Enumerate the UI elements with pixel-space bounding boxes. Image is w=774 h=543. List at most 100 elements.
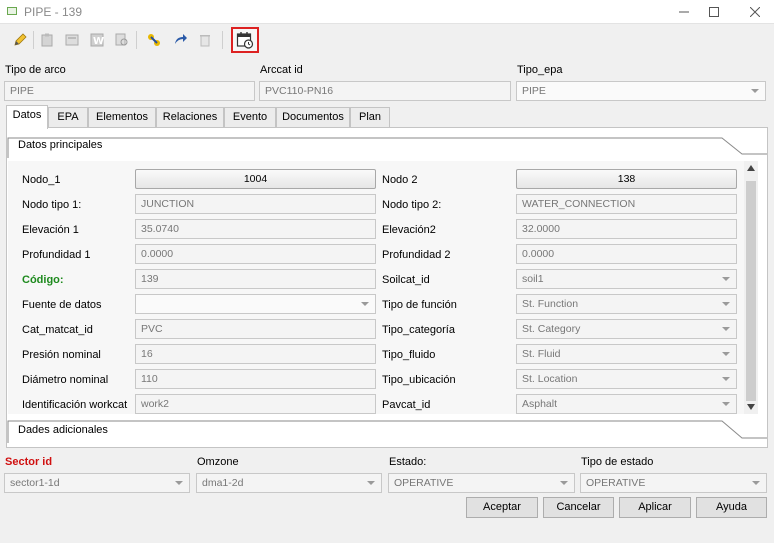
tipo-funcion-combo[interactable]: St. Function bbox=[516, 294, 737, 314]
trash-icon bbox=[200, 35, 210, 47]
chevron-down-icon bbox=[361, 302, 369, 306]
chevron-down-icon bbox=[752, 481, 760, 485]
pavcat-value: Asphalt bbox=[522, 398, 558, 410]
zoom-document-icon bbox=[115, 33, 128, 46]
arccat-id-label: Arccat id bbox=[260, 64, 303, 76]
vertical-scrollbar[interactable] bbox=[744, 161, 758, 414]
chevron-down-icon bbox=[175, 481, 183, 485]
edit-button[interactable] bbox=[9, 29, 31, 51]
catalog-button[interactable] bbox=[61, 29, 83, 51]
copy-button[interactable] bbox=[36, 29, 58, 51]
omzone-label: Omzone bbox=[197, 456, 239, 468]
nodo1-label: Nodo_1 bbox=[22, 174, 61, 186]
elevacion1-label: Elevación 1 bbox=[22, 224, 79, 236]
redo-button[interactable] bbox=[169, 29, 191, 51]
sector-id-combo[interactable]: sector1-1d bbox=[4, 473, 190, 493]
tipo-arco-label: Tipo de arco bbox=[5, 64, 66, 76]
delete-button[interactable] bbox=[194, 29, 216, 51]
document-w-icon: W bbox=[90, 33, 104, 47]
diametro-field[interactable]: 110 bbox=[135, 369, 376, 389]
nodo1-button[interactable]: 1004 bbox=[135, 169, 376, 189]
clipboard-icon bbox=[41, 33, 53, 47]
soilcat-combo[interactable]: soil1 bbox=[516, 269, 737, 289]
visit-calendar-button[interactable] bbox=[231, 27, 259, 53]
calendar-clock-icon bbox=[236, 32, 254, 49]
pavcat-combo[interactable]: Asphalt bbox=[516, 394, 737, 414]
title-bar: PIPE - 139 bbox=[0, 0, 774, 24]
elevacion2-label: Elevación2 bbox=[382, 224, 436, 236]
help-button[interactable]: Ayuda bbox=[696, 497, 767, 518]
tipo-epa-value: PIPE bbox=[522, 85, 546, 97]
chevron-down-icon bbox=[722, 377, 730, 381]
nodo-tipo1-field[interactable]: JUNCTION bbox=[135, 194, 376, 214]
chevron-down-icon bbox=[367, 481, 375, 485]
chevron-down-icon bbox=[722, 352, 730, 356]
scroll-up-icon[interactable] bbox=[747, 165, 755, 171]
tipo-epa-combo[interactable]: PIPE bbox=[516, 81, 766, 101]
svg-text:W: W bbox=[93, 36, 104, 47]
tipo-estado-label: Tipo de estado bbox=[581, 456, 654, 468]
cancel-button[interactable]: Cancelar bbox=[543, 497, 614, 518]
maximize-button[interactable] bbox=[696, 0, 732, 24]
tipo-arco-field[interactable]: PIPE bbox=[4, 81, 255, 101]
tipo-ubicacion-label: Tipo_ubicación bbox=[382, 374, 456, 386]
sector-id-label: Sector id bbox=[5, 456, 53, 468]
elevacion2-field[interactable]: 32.0000 bbox=[516, 219, 737, 239]
estado-combo[interactable]: OPERATIVE bbox=[388, 473, 575, 493]
nodes-button[interactable] bbox=[143, 29, 165, 51]
fuente-datos-combo[interactable] bbox=[135, 294, 376, 314]
soilcat-label: Soilcat_id bbox=[382, 274, 430, 286]
tab-datos[interactable]: Datos bbox=[6, 105, 48, 129]
elevacion1-field[interactable]: 35.0740 bbox=[135, 219, 376, 239]
fuente-datos-label: Fuente de datos bbox=[22, 299, 102, 311]
codigo-label: Código: bbox=[22, 274, 64, 286]
cat-matcat-field[interactable]: PVC bbox=[135, 319, 376, 339]
tipo-estado-value: OPERATIVE bbox=[586, 477, 646, 489]
scrollbar-thumb[interactable] bbox=[746, 181, 756, 401]
chevron-down-icon bbox=[722, 327, 730, 331]
tipo-ubicacion-combo[interactable]: St. Location bbox=[516, 369, 737, 389]
window-title: PIPE - 139 bbox=[24, 5, 83, 19]
close-button[interactable] bbox=[737, 0, 773, 24]
sector-id-value: sector1-1d bbox=[10, 477, 60, 489]
nodo-tipo2-field[interactable]: WATER_CONNECTION bbox=[516, 194, 737, 214]
tipo-categoria-value: St. Category bbox=[522, 323, 581, 335]
apply-button[interactable]: Aplicar bbox=[619, 497, 691, 518]
word-button[interactable]: W bbox=[86, 29, 108, 51]
tab-evento[interactable]: Evento bbox=[224, 107, 276, 128]
pipe-app-icon bbox=[7, 7, 17, 15]
soilcat-value: soil1 bbox=[522, 273, 544, 285]
profundidad1-label: Profundidad 1 bbox=[22, 249, 91, 261]
nodo-tipo2-label: Nodo tipo 2: bbox=[382, 199, 442, 211]
profundidad1-field[interactable]: 0.0000 bbox=[135, 244, 376, 264]
presion-field[interactable]: 16 bbox=[135, 344, 376, 364]
dades-adicionales-header[interactable]: Dades adicionales bbox=[7, 418, 767, 444]
tab-relaciones[interactable]: Relaciones bbox=[156, 107, 224, 128]
datos-principales-header[interactable]: Datos principales bbox=[7, 133, 767, 159]
arccat-id-field[interactable]: PVC110-PN16 bbox=[259, 81, 511, 101]
accept-button[interactable]: Aceptar bbox=[466, 497, 538, 518]
tipo-estado-combo[interactable]: OPERATIVE bbox=[580, 473, 767, 493]
pencil-icon bbox=[14, 33, 27, 46]
scroll-down-icon[interactable] bbox=[747, 404, 755, 410]
zoom-doc-button[interactable] bbox=[111, 29, 133, 51]
tab-epa[interactable]: EPA bbox=[48, 107, 88, 128]
tab-documentos[interactable]: Documentos bbox=[276, 107, 350, 128]
tipo-categoria-combo[interactable]: St. Category bbox=[516, 319, 737, 339]
tab-plan[interactable]: Plan bbox=[350, 107, 390, 128]
maximize-icon bbox=[709, 7, 719, 17]
tipo-fluido-combo[interactable]: St. Fluid bbox=[516, 344, 737, 364]
close-icon bbox=[750, 7, 760, 17]
omzone-combo[interactable]: dma1-2d bbox=[196, 473, 382, 493]
codigo-field[interactable]: 139 bbox=[135, 269, 376, 289]
tipo-fluido-label: Tipo_fluido bbox=[382, 349, 436, 361]
datos-scroll-area: Nodo_1 1004 Nodo tipo 1: JUNCTION Elevac… bbox=[8, 161, 757, 414]
workcat-field[interactable]: work2 bbox=[135, 394, 376, 414]
redo-arrow-icon bbox=[175, 34, 187, 44]
pavcat-label: Pavcat_id bbox=[382, 399, 431, 411]
chevron-down-icon bbox=[722, 277, 730, 281]
tab-elementos[interactable]: Elementos bbox=[88, 107, 156, 128]
tipo-categoria-label: Tipo_categoría bbox=[382, 324, 455, 336]
profundidad2-field[interactable]: 0.0000 bbox=[516, 244, 737, 264]
nodo2-button[interactable]: 138 bbox=[516, 169, 737, 189]
